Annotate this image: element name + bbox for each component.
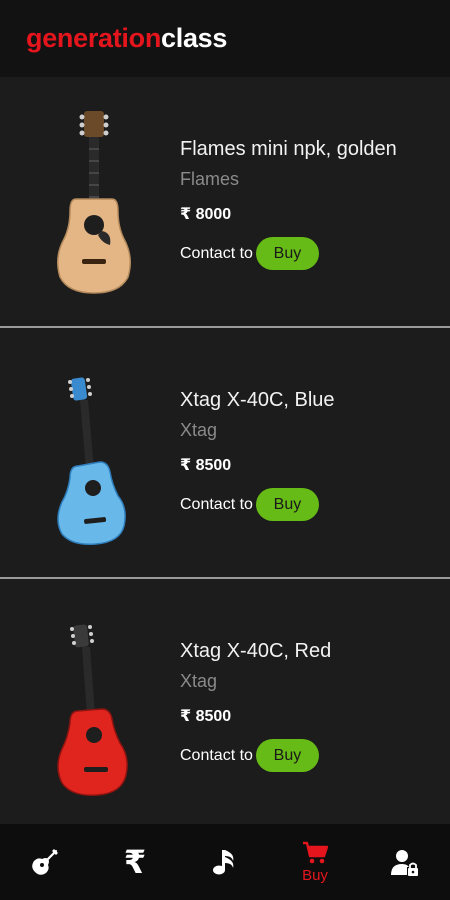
nav-item-prices[interactable]: ₹ [100, 824, 170, 900]
music-note-icon [213, 850, 234, 875]
nav-item-account[interactable] [370, 824, 440, 900]
product-list[interactable]: Flames mini npk, golden Flames ₹ 8000 Co… [0, 77, 450, 824]
nav-item-guitars[interactable] [10, 824, 80, 900]
contact-row: Contact to Buy [180, 488, 335, 521]
product-card[interactable]: Xtag X-40C, Blue Xtag ₹ 8500 Contact to … [0, 328, 450, 579]
nav-label-buy: Buy [302, 866, 328, 884]
nav-item-buy[interactable]: Buy [280, 824, 350, 900]
product-brand: Xtag [180, 671, 218, 691]
product-price: ₹ 8500 [180, 457, 232, 474]
product-info: Xtag X-40C, Blue Xtag ₹ 8500 Contact to … [180, 388, 335, 521]
product-name[interactable]: Xtag X-40C, Red [180, 639, 331, 663]
product-image-guitar-red[interactable] [40, 609, 150, 799]
product-image-guitar-natural[interactable] [40, 107, 150, 297]
contact-label: Contact to [180, 244, 253, 262]
buy-button[interactable]: Buy [255, 488, 319, 521]
cart-icon [303, 841, 328, 863]
product-image-guitar-blue[interactable] [40, 358, 150, 548]
buy-button[interactable]: Buy [255, 739, 319, 772]
buy-button[interactable]: Buy [255, 237, 319, 270]
nav-item-music[interactable] [190, 824, 260, 900]
app-screen: generationclass Flames mini npk, golden … [0, 0, 450, 900]
product-name[interactable]: Xtag X-40C, Blue [180, 388, 335, 412]
bottom-navigation: ₹ Buy [0, 824, 450, 900]
product-info: Xtag X-40C, Red Xtag ₹ 8500 Contact to B… [180, 639, 331, 772]
rupee-icon: ₹ [123, 844, 147, 880]
contact-row: Contact to Buy [180, 739, 331, 772]
product-price: ₹ 8500 [180, 708, 232, 725]
product-price: ₹ 8000 [180, 206, 232, 223]
product-brand: Flames [180, 169, 240, 189]
guitar-icon [32, 849, 58, 875]
user-lock-icon [391, 850, 418, 876]
app-header: generationclass [0, 0, 450, 77]
product-card[interactable]: Flames mini npk, golden Flames ₹ 8000 Co… [0, 77, 450, 328]
product-name[interactable]: Flames mini npk, golden [180, 137, 397, 161]
product-card[interactable]: Xtag X-40C, Red Xtag ₹ 8500 Contact to B… [0, 579, 450, 824]
logo-text-generation: generation [26, 23, 162, 53]
contact-label: Contact to [180, 495, 253, 513]
contact-label: Contact to [180, 746, 253, 764]
contact-row: Contact to Buy [180, 237, 397, 270]
product-brand: Xtag [180, 420, 218, 440]
product-info: Flames mini npk, golden Flames ₹ 8000 Co… [180, 137, 397, 270]
logo-text-class: class [161, 23, 228, 53]
brand-logo: generationclass [26, 23, 227, 54]
